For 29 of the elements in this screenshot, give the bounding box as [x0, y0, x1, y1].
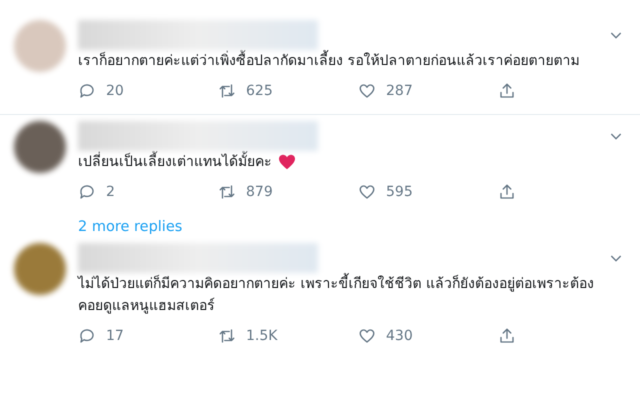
heart-icon	[358, 82, 376, 100]
share-icon	[498, 82, 516, 100]
avatar	[14, 20, 66, 72]
speech-bubble-icon	[78, 327, 96, 345]
heart-icon	[358, 183, 376, 201]
retweet-button[interactable]: 879	[218, 183, 358, 201]
tweet-text: เปลี่ยนเป็นเลี้ยงเต่าแทนได้มั้ยคะ	[78, 151, 272, 173]
retweet-button[interactable]: 625	[218, 82, 358, 100]
heart-icon	[278, 154, 296, 170]
like-button[interactable]: 430	[358, 327, 498, 345]
retweet-icon	[218, 183, 236, 201]
share-icon	[498, 183, 516, 201]
avatar	[14, 121, 66, 173]
tweet-text: เราก็อยากตายค่ะแต่ว่าเพิ่งซื้อปลากัดมาเลี้ยง รอให้ปลาตายก่อนแล้วเราค่อยตายตาม	[78, 50, 580, 72]
like-button[interactable]: 287	[358, 82, 498, 100]
avatar	[14, 243, 66, 295]
reply-button[interactable]: 2	[78, 183, 218, 201]
retweet-button[interactable]: 1.5K	[218, 327, 358, 345]
reply-button[interactable]: 17	[78, 327, 218, 345]
speech-bubble-icon	[78, 82, 96, 100]
heart-icon	[358, 327, 376, 345]
speech-bubble-icon	[78, 183, 96, 201]
reply-button[interactable]: 20	[78, 82, 218, 100]
share-icon	[498, 327, 516, 345]
tweet-text: ไม่ได้ป่วยแต่ก็มีความคิดอยากตายค่ะ เพราะขี้เกียจใช้ชีวิต แล้วก็ยังต้องอยู่ต่อเพราะต้องคอยดูแลหนูแฮมสเตอร์	[78, 273, 598, 317]
retweet-icon	[218, 327, 236, 345]
more-replies-link[interactable]: 2 more replies	[78, 219, 640, 243]
like-button[interactable]: 595	[358, 183, 498, 201]
retweet-icon	[218, 82, 236, 100]
